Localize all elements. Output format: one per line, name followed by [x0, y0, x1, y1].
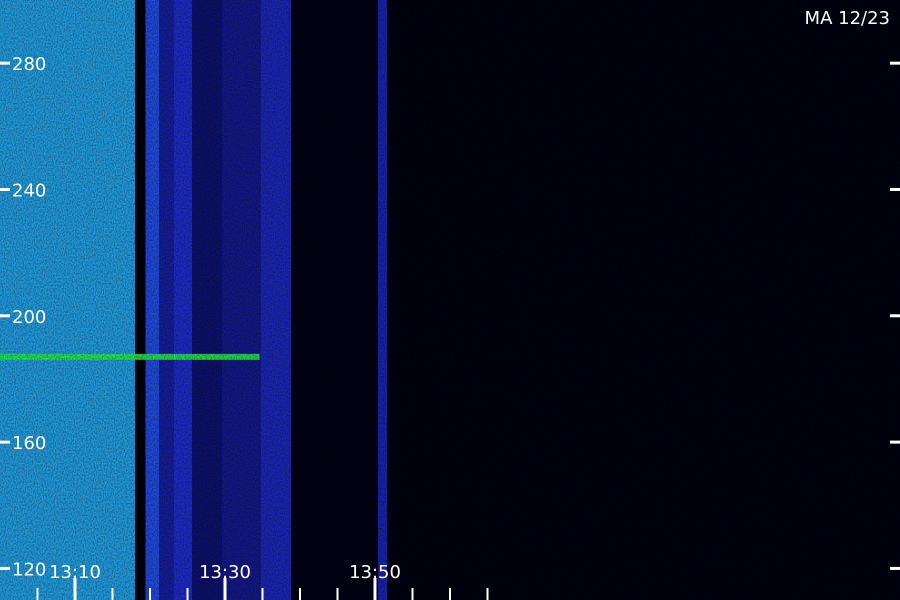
- y-tick-label: 240: [12, 180, 46, 201]
- x-tick-label: 13:10: [49, 562, 101, 583]
- y-tick-label: 120: [12, 559, 46, 580]
- x-tick-label: 13:50: [349, 562, 401, 583]
- station-label: MA 12/23: [805, 8, 890, 29]
- y-tick-label: 200: [12, 307, 46, 328]
- y-tick-label: 160: [12, 433, 46, 454]
- spectrogram-plot: 120 160 200 240 280 13:10 13:30 13:50 MA 12/23: [0, 0, 900, 600]
- noise-overlay: [0, 0, 900, 600]
- y-tick-label: 280: [12, 54, 46, 75]
- x-tick-label: 13:30: [199, 562, 251, 583]
